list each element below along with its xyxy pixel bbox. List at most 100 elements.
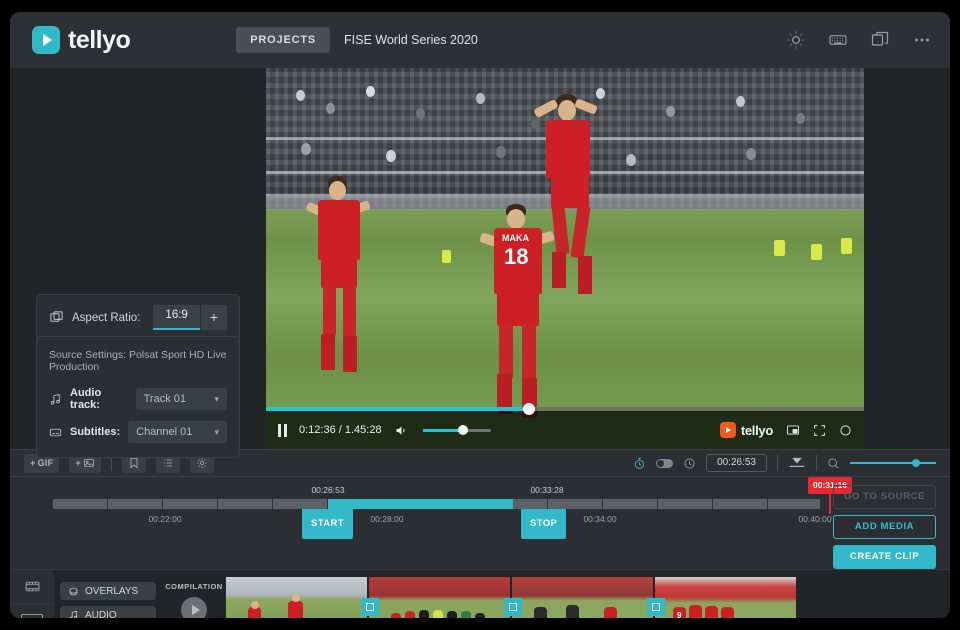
compilation-title: COMPILATION	[165, 582, 223, 591]
logo-play-icon	[32, 26, 60, 54]
list-icon	[164, 459, 173, 467]
clock-icon[interactable]	[683, 457, 696, 470]
subtitles-row: Subtitles: Channel 01 ▾	[49, 421, 227, 443]
bookmark-icon	[130, 458, 138, 469]
brightness-icon[interactable]	[786, 30, 806, 50]
audio-button[interactable]: AUDIO	[60, 606, 156, 618]
left-settings-pane: Aspect Ratio: 16:9 + Source Settings: Po…	[10, 68, 266, 458]
bottom-panel: GIF OVERLAYS AUDIO	[10, 569, 950, 618]
right-gutter	[864, 68, 950, 449]
aspect-ratio-control: 16:9 +	[153, 305, 227, 330]
source-settings-title: Source Settings: Polsat Sport HD Live Pr…	[49, 349, 227, 373]
volume-icon[interactable]	[394, 423, 409, 438]
timecode-toggle[interactable]	[656, 458, 674, 468]
add-aspect-ratio-button[interactable]: +	[199, 305, 227, 330]
clip-strip: 9	[226, 570, 950, 618]
timeline-tick-label: 00:34:00	[583, 514, 617, 524]
current-project-name[interactable]: FISE World Series 2020	[344, 33, 478, 47]
overlays-label: OVERLAYS	[85, 585, 139, 597]
add-media-button[interactable]: ADD MEDIA	[833, 515, 936, 539]
audio-note-icon	[49, 393, 62, 406]
timecode-field[interactable]: 00:26:53	[706, 454, 767, 472]
aspect-ratio-value[interactable]: 16:9	[153, 305, 200, 330]
player-control-bar: 0:12:36 / 1.45:28 tellyo	[266, 403, 864, 449]
player-brand-badge: tellyo	[719, 422, 773, 438]
tellyo-play-icon	[719, 422, 736, 438]
clip-thumbnail[interactable]	[369, 577, 510, 618]
timeline-selection[interactable]	[328, 499, 513, 509]
picture-in-picture-icon[interactable]	[786, 423, 800, 437]
keyboard-icon[interactable]	[828, 30, 848, 50]
compilation-play-button[interactable]	[181, 597, 207, 618]
film-strip-tab[interactable]	[10, 570, 54, 605]
chevron-down-icon: ▾	[214, 393, 219, 404]
clip-thumbnail[interactable]: 9	[655, 577, 796, 618]
timeline-ruler[interactable]	[52, 499, 820, 509]
gif-tab[interactable]: GIF	[10, 605, 54, 618]
clip-transition-marker[interactable]	[361, 598, 379, 616]
timeline-zoom-slider[interactable]	[850, 459, 936, 467]
app-logo[interactable]: tellyo	[32, 26, 131, 55]
tellyo-pro-app: tellyo PROJECTS FISE World Series 2020 A…	[10, 12, 950, 618]
volume-slider[interactable]	[422, 425, 491, 435]
audio-track-row: Audio track: Track 01 ▾	[49, 387, 227, 411]
clip-thumbnail[interactable]	[226, 577, 367, 618]
audio-track-label: Audio track:	[70, 387, 102, 411]
aspect-ratio-icon	[49, 310, 64, 325]
timeline-panel: 00:26:53 00:33:28 00:22:00 00:28:00 00:3…	[10, 477, 950, 569]
audio-note-icon	[69, 610, 78, 618]
player-brand-text: tellyo	[740, 422, 773, 438]
add-gif-label: GIF	[37, 458, 54, 468]
aspect-ratio-label: Aspect Ratio:	[72, 311, 141, 324]
audio-track-select[interactable]: Track 01 ▾	[135, 388, 227, 410]
zoom-icon	[827, 457, 840, 470]
overlay-menu: OVERLAYS AUDIO MEME	[54, 570, 162, 618]
timeline-tick-label: 00:40:00	[798, 514, 832, 524]
aspect-ratio-card: Aspect Ratio: 16:9 +	[36, 294, 240, 341]
header-nav: PROJECTS FISE World Series 2020	[236, 27, 478, 53]
audio-track-value: Track 01	[143, 393, 186, 405]
timeline-playhead-label: 00:26:53	[311, 485, 345, 495]
layers-icon[interactable]	[870, 30, 890, 50]
marker-icon[interactable]	[788, 457, 806, 470]
add-image-prefix: +	[75, 458, 82, 468]
timeline-start-marker[interactable]: START	[302, 509, 353, 539]
app-header: tellyo PROJECTS FISE World Series 2020	[10, 12, 950, 68]
clip-transition-marker[interactable]	[647, 598, 665, 616]
timeline-tick-label: 00:22:00	[148, 514, 182, 524]
add-gif-prefix: +	[30, 458, 36, 468]
more-options-icon[interactable]	[912, 30, 932, 50]
film-strip-icon	[25, 582, 39, 592]
source-settings-card: Source Settings: Polsat Sport HD Live Pr…	[36, 336, 240, 458]
timeline-actions: GO TO SOURCE ADD MEDIA CREATE CLIP	[833, 485, 936, 569]
create-clip-button[interactable]: CREATE CLIP	[833, 545, 936, 569]
go-to-source-button[interactable]: GO TO SOURCE	[833, 485, 936, 509]
overlays-icon	[69, 587, 78, 595]
stopwatch-icon[interactable]	[633, 457, 646, 470]
fullscreen-icon[interactable]	[813, 424, 826, 437]
toolbar-divider-3	[816, 455, 817, 471]
player-right-controls: tellyo	[719, 422, 852, 438]
play-icon	[191, 605, 200, 615]
media-type-strip: GIF	[10, 570, 54, 618]
video-player[interactable]: MAKA 18 0:12:36 / 1.45:28 tellyo	[266, 68, 864, 449]
chevron-down-icon: ▾	[214, 426, 219, 437]
compilation-panel: COMPILATION 00:03:30	[162, 570, 226, 618]
overlays-button[interactable]: OVERLAYS	[60, 582, 156, 600]
subtitles-select[interactable]: Channel 01 ▾	[128, 421, 227, 443]
projects-button[interactable]: PROJECTS	[236, 27, 330, 53]
player-settings-icon[interactable]	[839, 424, 852, 437]
clip-thumbnail[interactable]	[512, 577, 653, 618]
timeline-stop-marker[interactable]: STOP	[521, 509, 567, 539]
clip-transition-marker[interactable]	[504, 598, 522, 616]
main-area: Aspect Ratio: 16:9 + Source Settings: Po…	[10, 68, 950, 458]
volume-slider-handle[interactable]	[458, 425, 469, 435]
video-time-display: 0:12:36 / 1.45:28	[299, 424, 382, 436]
subtitles-icon	[49, 426, 62, 439]
timeline-zoom-handle[interactable]	[912, 459, 920, 467]
timeline-red-marker-stem	[829, 492, 831, 514]
subtitles-label: Subtitles:	[70, 426, 121, 438]
subtitles-value: Channel 01	[136, 426, 193, 438]
toolbar-right-group: 00:26:53	[633, 454, 936, 472]
pause-button[interactable]	[278, 423, 287, 437]
